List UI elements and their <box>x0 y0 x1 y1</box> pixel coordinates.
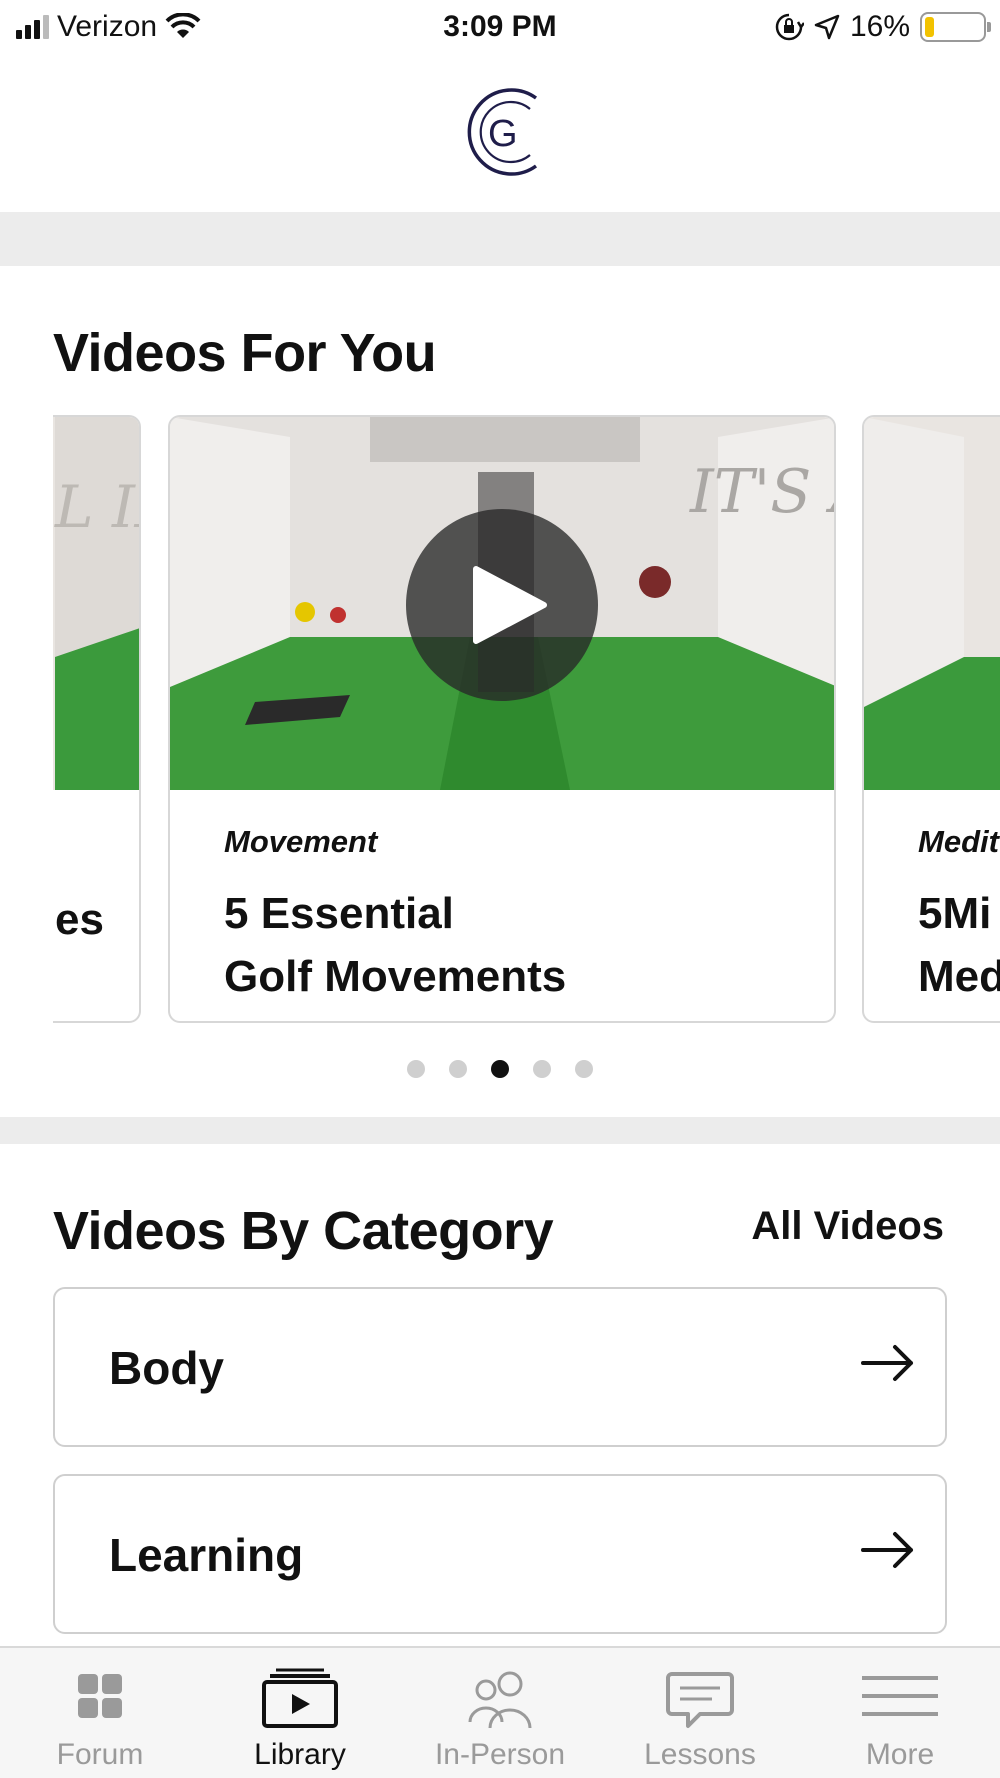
battery-fill <box>925 17 934 37</box>
app-logo: G <box>467 88 538 176</box>
play-icon <box>473 566 547 644</box>
category-item-body[interactable]: Body <box>53 1287 947 1447</box>
videos-by-category-title: Videos By Category <box>53 1201 554 1261</box>
video-title: es <box>55 895 104 944</box>
people-icon <box>468 1671 532 1729</box>
video-category: Medit <box>918 824 999 859</box>
section-divider <box>0 212 1000 266</box>
svg-text:IT'S AL: IT'S AL <box>689 457 834 527</box>
category-item-learning[interactable]: Learning <box>53 1474 947 1634</box>
video-title: 5Mi Med <box>918 882 1000 1008</box>
app-header: G <box>0 56 1000 212</box>
video-card-next[interactable]: Medit 5Mi Med <box>862 415 1000 1023</box>
menu-icon <box>862 1676 938 1716</box>
videos-carousel[interactable]: L IN es IT'S AL <box>53 415 1000 1023</box>
video-title-line: Med <box>918 952 1000 1001</box>
carousel-dot[interactable] <box>407 1060 425 1078</box>
tab-in-person[interactable]: In-Person <box>400 1648 600 1778</box>
category-label: Learning <box>109 1529 304 1581</box>
video-card-text: Medit 5Mi Med <box>864 790 1000 1021</box>
video-card-current[interactable]: IT'S AL Movement 5 Essential Golf Moveme… <box>168 415 836 1023</box>
tab-more[interactable]: More <box>800 1648 1000 1778</box>
carousel-dot[interactable] <box>491 1060 509 1078</box>
video-card-text: Movement 5 Essential Golf Movements <box>170 790 834 1021</box>
video-library-icon <box>262 1668 338 1728</box>
carousel-page-indicator[interactable] <box>0 1060 1000 1078</box>
tab-forum[interactable]: Forum <box>0 1648 200 1778</box>
tab-lessons[interactable]: Lessons <box>600 1648 800 1778</box>
tab-library[interactable]: Library <box>200 1648 400 1778</box>
video-title-line: Golf Movements <box>224 952 567 1001</box>
arrow-right-icon <box>861 1345 913 1381</box>
grid-icon <box>78 1674 122 1718</box>
all-videos-link[interactable]: All Videos <box>751 1204 944 1249</box>
tab-label: Forum <box>56 1738 144 1771</box>
tab-label: Library <box>254 1738 346 1771</box>
carousel-dot[interactable] <box>575 1060 593 1078</box>
tab-label: Lessons <box>644 1738 756 1771</box>
tab-bar: Forum Library In-Person Lessons More <box>0 1646 1000 1778</box>
video-title-line: 5 Essential <box>224 889 454 938</box>
tab-label: In-Person <box>434 1738 566 1771</box>
category-label: Body <box>109 1342 224 1394</box>
status-bar: Verizon 3:09 PM 16% <box>0 0 1000 56</box>
battery-percent: 16% <box>849 10 910 43</box>
video-category: Movement <box>224 824 378 859</box>
video-card-text: es <box>53 790 139 1021</box>
video-title: 5 Essential Golf Movements <box>224 882 784 1008</box>
status-right: 16% <box>774 10 991 44</box>
chat-bubble-icon <box>666 1672 734 1728</box>
location-arrow-icon <box>814 14 840 40</box>
video-thumbnail: L IN <box>53 417 139 790</box>
play-button[interactable] <box>406 509 598 701</box>
rotation-lock-icon <box>775 13 804 41</box>
carousel-dot[interactable] <box>449 1060 467 1078</box>
video-card-previous[interactable]: L IN es <box>53 415 141 1023</box>
arrow-right-icon <box>861 1532 913 1568</box>
carousel-dot[interactable] <box>533 1060 551 1078</box>
tab-label: More <box>865 1738 935 1771</box>
videos-for-you-title: Videos For You <box>53 323 437 383</box>
svg-text:L IN: L IN <box>54 473 139 541</box>
section-divider <box>0 1117 1000 1144</box>
video-title-line: 5Mi <box>918 889 992 938</box>
battery-icon <box>920 12 991 42</box>
video-thumbnail: IT'S AL <box>170 417 834 790</box>
logo-letter: G <box>488 113 518 155</box>
video-thumbnail <box>864 417 1000 790</box>
